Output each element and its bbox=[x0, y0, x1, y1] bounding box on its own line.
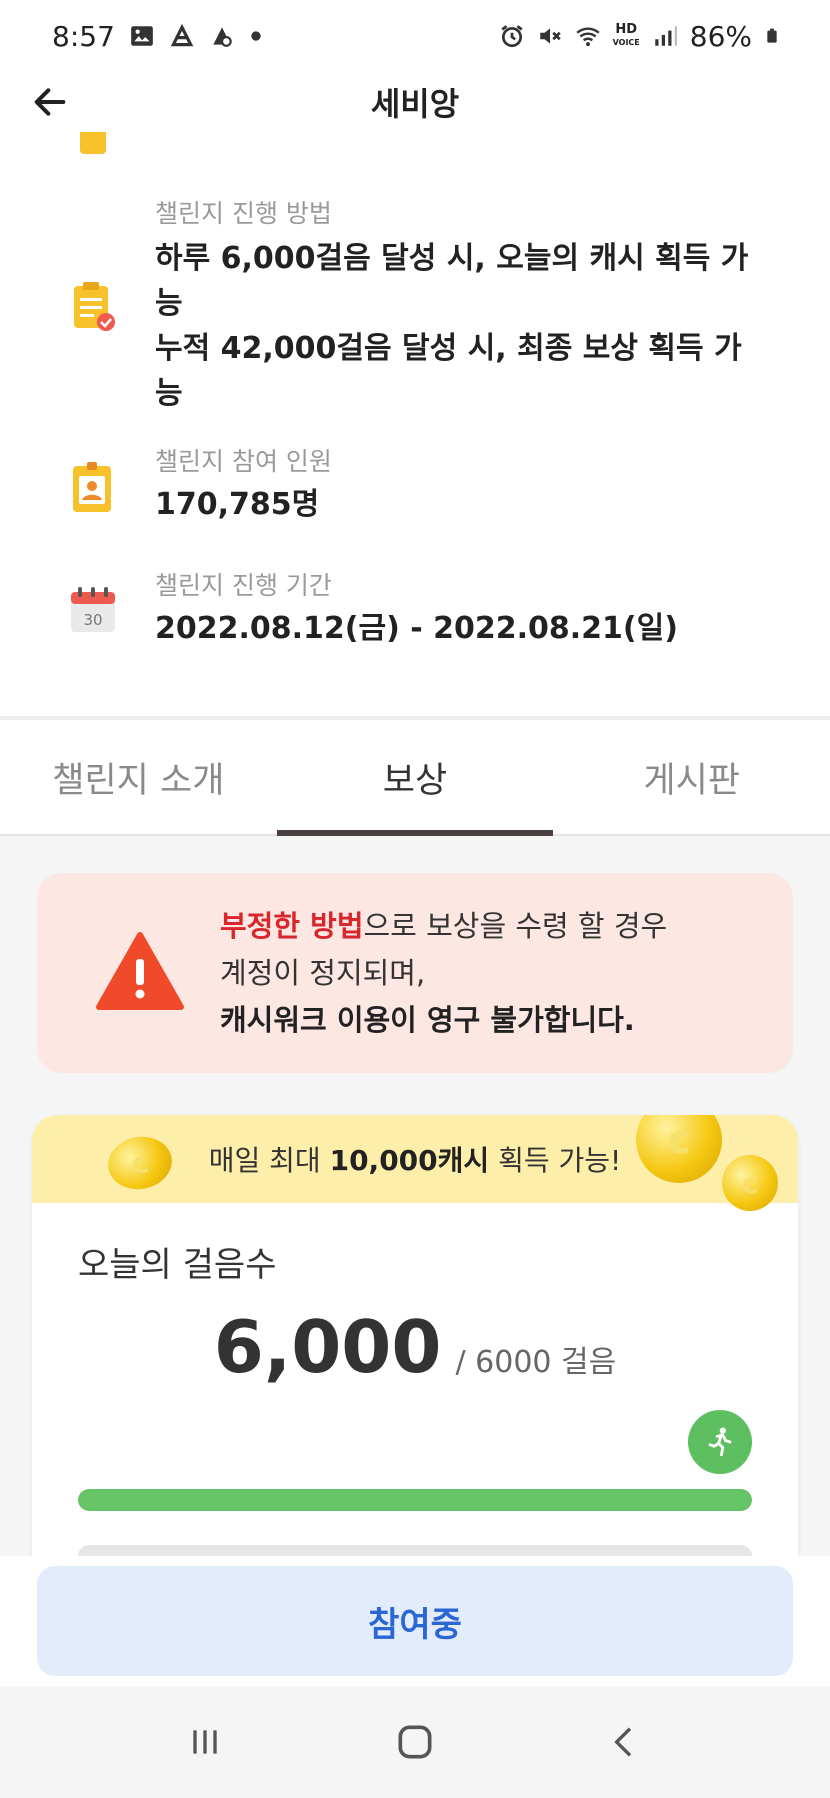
tab-intro-label: 챌린지 소개 bbox=[52, 760, 225, 801]
battery-icon bbox=[767, 28, 777, 43]
app-notification-icon bbox=[170, 23, 194, 47]
status-left: 8:57 bbox=[52, 20, 263, 53]
tab-intro[interactable]: 챌린지 소개 bbox=[0, 720, 277, 834]
coin-icon: c bbox=[722, 1155, 778, 1211]
runner-button[interactable] bbox=[688, 1410, 752, 1474]
method-label: 챌린지 진행 방법 bbox=[155, 199, 332, 228]
steps-progress-bar bbox=[78, 1489, 752, 1511]
participants-label: 챌린지 참여 인원 bbox=[155, 447, 332, 476]
coin-icon: c bbox=[103, 1131, 177, 1195]
banner-text: 매일 최대 10,000캐시 획득 가능! bbox=[209, 1139, 622, 1179]
warning-text: 부정한 방법으로 보상을 수령 할 경우 계정이 정지되며, 캐시워크 이용이 … bbox=[220, 903, 667, 1044]
dot-icon bbox=[251, 31, 261, 41]
tab-board[interactable]: 게시판 bbox=[553, 720, 830, 834]
page-title: 세비앙 bbox=[370, 85, 460, 123]
participants-value: 170,785명 bbox=[155, 487, 320, 522]
app-header: 세비앙 bbox=[0, 72, 830, 132]
warning-triangle-icon bbox=[96, 932, 184, 1010]
home-button[interactable] bbox=[375, 1712, 455, 1772]
steps-progress-fill bbox=[78, 1489, 752, 1511]
steps-card: 매일 최대 10,000캐시 획득 가능! c c c 오늘의 걸음수 6,00… bbox=[32, 1115, 798, 1595]
method-line-2: 누적 42,000걸음 달성 시, 최종 보상 획득 가능 bbox=[155, 331, 742, 411]
period-value: 2022.08.12(금) - 2022.08.21(일) bbox=[155, 611, 678, 646]
hd-voice-icon: HD VOICE bbox=[612, 21, 640, 49]
alarm-icon bbox=[501, 25, 523, 48]
clipboard-check-icon bbox=[74, 282, 115, 331]
home-icon bbox=[398, 1725, 432, 1759]
steps-title: 오늘의 걸음수 bbox=[78, 1245, 277, 1285]
tab-reward-label: 보상 bbox=[382, 760, 448, 801]
running-person-icon bbox=[708, 1427, 732, 1457]
join-button[interactable]: 참여중 bbox=[37, 1566, 793, 1676]
calendar-icon: 30 bbox=[71, 587, 115, 632]
app-notification-icon bbox=[213, 27, 232, 47]
gallery-icon bbox=[131, 26, 153, 46]
calendar-day: 30 bbox=[83, 611, 102, 629]
warning-line-1: 부정한 방법으로 보상을 수령 할 경우 bbox=[220, 903, 667, 950]
recent-apps-button[interactable] bbox=[165, 1712, 245, 1772]
tab-board-label: 게시판 bbox=[643, 760, 740, 801]
arrow-left-icon bbox=[34, 88, 66, 116]
voice-label: VOICE bbox=[612, 37, 640, 47]
system-back-button[interactable] bbox=[585, 1712, 665, 1772]
join-button-label: 참여중 bbox=[368, 1604, 462, 1645]
warning-line-2: 계정이 정지되며, bbox=[220, 956, 426, 990]
warning-line-3: 캐시워크 이용이 영구 불가합니다. bbox=[220, 1003, 635, 1037]
battery-percent: 86% bbox=[689, 19, 752, 53]
warning-red-text: 부정한 방법 bbox=[220, 909, 364, 943]
tab-reward[interactable]: 보상 bbox=[276, 720, 554, 836]
id-badge-icon bbox=[73, 462, 111, 512]
steps-count: 6,000 bbox=[213, 1305, 442, 1389]
system-nav-bar bbox=[0, 1686, 830, 1798]
warning-line-1-rest: 으로 보상을 수령 할 경우 bbox=[363, 909, 668, 943]
back-button[interactable] bbox=[26, 78, 74, 126]
warning-card: 부정한 방법으로 보상을 수령 할 경우 계정이 정지되며, 캐시워크 이용이 … bbox=[37, 873, 793, 1073]
wifi-icon bbox=[575, 27, 600, 47]
cutoff-item-icon bbox=[80, 132, 106, 154]
hd-label: HD bbox=[615, 21, 638, 37]
recent-apps-icon bbox=[193, 1730, 217, 1754]
period-label: 챌린지 진행 기간 bbox=[155, 571, 332, 600]
status-right: HD VOICE 86% bbox=[499, 20, 780, 53]
steps-count-row: 6,000 / 6000 걸음 bbox=[32, 1305, 798, 1389]
status-bar: 8:57 HD VOICE 86% bbox=[0, 0, 830, 72]
banner-prefix: 매일 최대 bbox=[208, 1144, 330, 1177]
banner-bold: 10,000캐시 bbox=[329, 1144, 490, 1177]
steps-goal: / 6000 걸음 bbox=[455, 1345, 617, 1380]
signal-icon bbox=[655, 26, 677, 46]
method-line-1: 하루 6,000걸음 달성 시, 오늘의 캐시 획득 가능 bbox=[155, 241, 749, 321]
mute-icon bbox=[539, 28, 561, 44]
coin-icon: c bbox=[636, 1115, 722, 1183]
status-time: 8:57 bbox=[52, 19, 115, 53]
banner-suffix: 획득 가능! bbox=[489, 1144, 622, 1177]
tab-bar: 챌린지 소개 보상 게시판 bbox=[0, 720, 830, 836]
back-chevron-icon bbox=[614, 1727, 632, 1757]
